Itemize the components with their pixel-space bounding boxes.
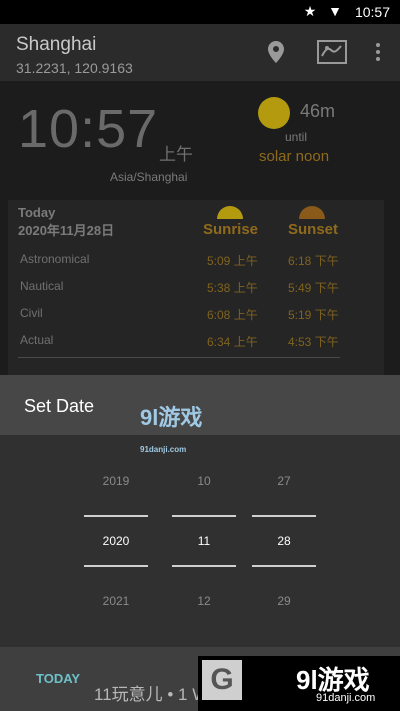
status-icons: ★ ▼	[303, 3, 346, 19]
row-rise: 5:09 上午	[207, 254, 258, 268]
row-label: Astronomical	[20, 252, 90, 266]
sunset-header: Sunset	[288, 221, 339, 238]
clock-ampm: 上午	[159, 145, 193, 164]
divider	[18, 357, 340, 358]
watermark-logo: 9l游戏 91danji.com	[140, 400, 202, 458]
day-option[interactable]: 27	[252, 474, 316, 488]
row-set: 4:53 下午	[288, 335, 339, 349]
sun-icon	[258, 97, 290, 129]
year-option[interactable]: 2021	[84, 594, 148, 608]
today-button[interactable]: TODAY	[36, 671, 80, 686]
clock-time: 10:57	[18, 99, 159, 159]
row-label: Nautical	[20, 279, 64, 293]
month-option[interactable]: 10	[172, 474, 236, 488]
status-bar: ★ ▼ 10:57	[0, 0, 400, 24]
day-option[interactable]: 29	[252, 594, 316, 608]
clock-timezone: Asia/Shanghai	[110, 170, 188, 184]
app-bar: Shanghai 31.2231, 120.9163	[0, 24, 400, 81]
row-set: 5:19 下午	[288, 308, 339, 322]
date-label: 2020年11月28日	[18, 223, 115, 238]
watermark-sub: 91danji.com	[140, 445, 187, 454]
sunrise-header: Sunrise	[203, 221, 259, 238]
day-selection-line	[252, 565, 316, 567]
year-selection-line	[84, 515, 148, 517]
status-time: 10:57	[354, 4, 390, 20]
month-selected[interactable]: 11	[172, 534, 236, 548]
month-option[interactable]: 12	[172, 594, 236, 608]
day-selection-line	[252, 515, 316, 517]
map-icon[interactable]	[316, 38, 348, 66]
noon-until: until	[285, 130, 308, 144]
row-label: Actual	[20, 333, 54, 347]
row-rise: 6:08 上午	[207, 308, 258, 322]
noon-label: solar noon	[259, 148, 330, 165]
month-selection-line	[172, 515, 236, 517]
location-name: Shanghai	[16, 34, 97, 55]
day-selected[interactable]: 28	[252, 534, 316, 548]
year-option[interactable]: 2019	[84, 474, 148, 488]
logo-sub: 91danji.com	[316, 692, 376, 704]
dialog-title: Set Date	[24, 396, 95, 416]
logo-g-icon: G	[202, 660, 242, 700]
row-rise: 5:38 上午	[207, 281, 258, 295]
row-set: 5:49 下午	[288, 281, 339, 295]
location-pin-icon[interactable]	[262, 38, 290, 66]
row-label: Civil	[20, 306, 43, 320]
noon-minutes: 46m	[300, 101, 336, 121]
today-label: Today	[18, 205, 56, 220]
location-coords: 31.2231, 120.9163	[16, 60, 133, 76]
month-selection-line	[172, 565, 236, 567]
year-selected[interactable]: 2020	[84, 534, 148, 548]
watermark-text: 9l游戏	[140, 405, 203, 430]
row-rise: 6:34 上午	[207, 335, 258, 349]
row-set: 6:18 下午	[288, 254, 339, 268]
year-selection-line	[84, 565, 148, 567]
overflow-menu-icon[interactable]	[364, 38, 392, 66]
